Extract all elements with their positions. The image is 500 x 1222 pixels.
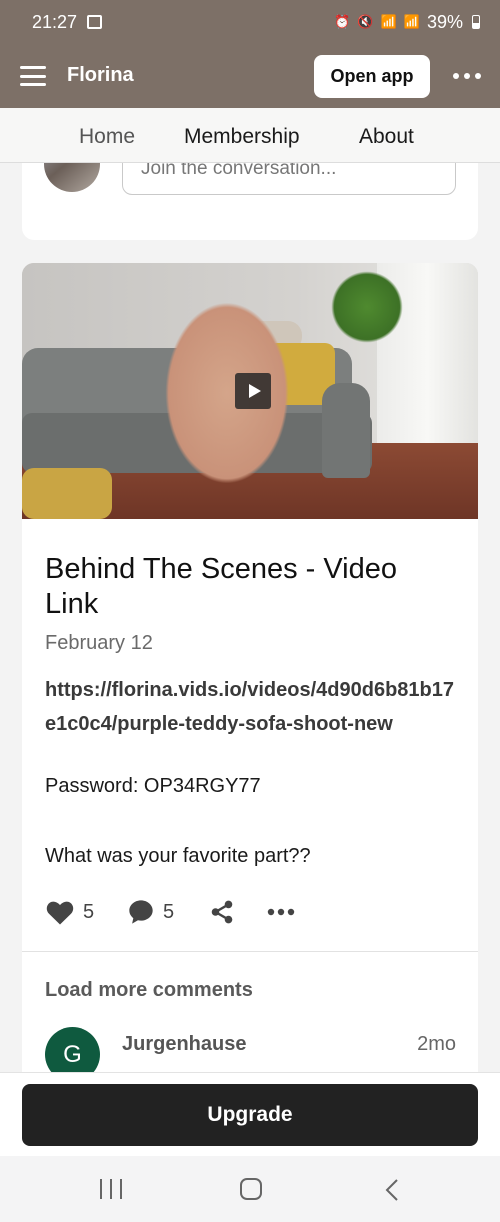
system-nav-bar (0, 1156, 500, 1222)
post-date: February 12 (45, 632, 153, 654)
post-card: Behind The Scenes - Video Link February … (22, 263, 478, 1093)
battery-icon (472, 15, 480, 29)
status-icons: ⏰ 🔇 📶 📶 39% (334, 12, 480, 33)
previous-post-card: Join the conversation... (22, 163, 478, 240)
alarm-icon: ⏰ (334, 14, 351, 29)
upgrade-bar: Upgrade (0, 1072, 500, 1156)
post-password: Password: OP34RGY77 (45, 775, 261, 797)
ellipsis-icon (267, 908, 295, 916)
wifi-calling-icon: 📶 (380, 14, 397, 29)
comment-count: 5 (163, 900, 175, 923)
person-figure (152, 283, 302, 483)
heart-icon (46, 901, 74, 925)
home-icon[interactable] (240, 1178, 262, 1200)
like-count: 5 (83, 900, 95, 923)
video-thumbnail[interactable] (22, 263, 478, 519)
tab-bar: Home Membership About (0, 108, 500, 163)
upgrade-button[interactable]: Upgrade (22, 1084, 478, 1146)
video-link[interactable]: https://florina.vids.io/videos/4d90d6b81… (45, 673, 463, 741)
status-bar: 21:27 ⏰ 🔇 📶 📶 39% (0, 0, 500, 44)
signal-sim2-icon: 📶 (403, 14, 420, 29)
battery-percent: 39% (426, 11, 463, 32)
mute-icon: 🔇 (357, 14, 374, 29)
plant-image (327, 271, 407, 351)
post-actions: 5 5 (45, 897, 345, 927)
comment-button[interactable]: 5 (127, 897, 174, 927)
more-options-icon[interactable] (453, 66, 481, 86)
comment-author[interactable]: Jurgenhause (122, 1033, 246, 1056)
play-icon[interactable] (235, 373, 271, 409)
divider (22, 951, 478, 952)
user-avatar (44, 163, 100, 192)
comment-timestamp: 2mo (417, 1033, 456, 1055)
tab-membership[interactable]: Membership (184, 125, 300, 149)
creator-name[interactable]: Florina (67, 64, 134, 87)
post-more-button[interactable] (267, 897, 295, 927)
join-conversation-input[interactable]: Join the conversation... (122, 163, 456, 195)
tab-about[interactable]: About (359, 125, 414, 149)
share-icon (211, 900, 233, 924)
gallery-icon (87, 15, 103, 29)
like-button[interactable]: 5 (45, 897, 94, 927)
comment-bubble-icon (129, 900, 153, 924)
post-question: What was your favorite part?? (45, 845, 311, 867)
status-time: 21:27 (32, 11, 78, 32)
post-title[interactable]: Behind The Scenes - Video Link (45, 552, 455, 622)
tab-home[interactable]: Home (79, 125, 135, 149)
load-more-comments-button[interactable]: Load more comments (45, 979, 253, 1002)
open-app-button[interactable]: Open app (314, 55, 430, 98)
app-header: Florina Open app (0, 44, 500, 108)
recent-apps-icon[interactable] (100, 1179, 122, 1199)
menu-icon[interactable] (20, 66, 46, 86)
share-button[interactable] (209, 897, 235, 927)
back-icon[interactable] (385, 1178, 399, 1207)
